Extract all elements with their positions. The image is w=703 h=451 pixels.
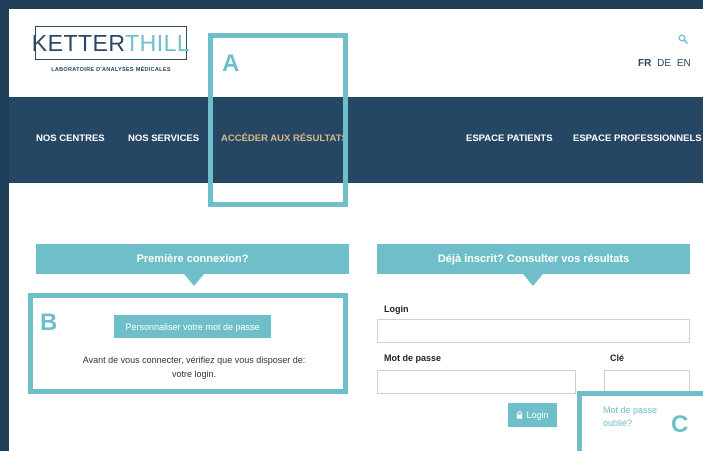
login-button[interactable]: Login	[508, 403, 557, 427]
registered-title: Déjà inscrit? Consulter vos résultats	[437, 253, 630, 265]
logo-name-dark: KETTER	[31, 29, 126, 56]
login-label: Login	[384, 304, 409, 314]
nav-item-espace-patients[interactable]: ESPACE PATIENTS	[466, 133, 553, 144]
logo-name-light: THILL	[125, 29, 191, 56]
language-switcher: FR DE EN	[638, 58, 691, 69]
first-login-title: Première connexion?	[136, 253, 249, 265]
main-nav: NOS CENTRES NOS SERVICES ACCÉDER AUX RÉS…	[9, 97, 703, 183]
lang-en[interactable]: EN	[677, 58, 691, 69]
login-field[interactable]	[377, 319, 690, 343]
logo-box: KETTERTHILL	[31, 26, 191, 60]
registered-banner: Déjà inscrit? Consulter vos résultats	[377, 244, 690, 274]
registered-banner-arrow	[523, 274, 543, 286]
window-frame-left	[0, 0, 9, 451]
search-icon[interactable]	[678, 34, 688, 44]
lang-fr[interactable]: FR	[638, 58, 651, 69]
logo-tagline: LABORATOIRE D'ANALYSES MÉDICALES	[51, 67, 171, 73]
annotation-label-a: A	[222, 50, 240, 77]
annotation-box-b	[28, 293, 348, 394]
password-label: Mot de passe	[384, 353, 442, 363]
annotation-label-c: C	[671, 411, 689, 438]
login-button-label: Login	[526, 410, 549, 420]
logo-wordmark: KETTERTHILL	[31, 29, 191, 56]
annotation-label-b: B	[40, 309, 58, 336]
nav-item-espace-professionnels[interactable]: ESPACE PROFESSIONNELS	[573, 133, 702, 144]
first-login-banner: Première connexion?	[36, 244, 349, 274]
lock-icon	[517, 411, 523, 419]
first-login-banner-arrow	[184, 274, 204, 286]
nav-item-nos-centres[interactable]: NOS CENTRES	[36, 133, 105, 144]
password-field[interactable]	[377, 370, 576, 394]
site-logo[interactable]: KETTERTHILL LABORATOIRE D'ANALYSES MÉDIC…	[31, 26, 191, 76]
window-frame-top	[0, 0, 703, 9]
nav-item-nos-services[interactable]: NOS SERVICES	[128, 133, 199, 144]
key-label: Clé	[610, 353, 625, 363]
lang-de[interactable]: DE	[657, 58, 671, 69]
